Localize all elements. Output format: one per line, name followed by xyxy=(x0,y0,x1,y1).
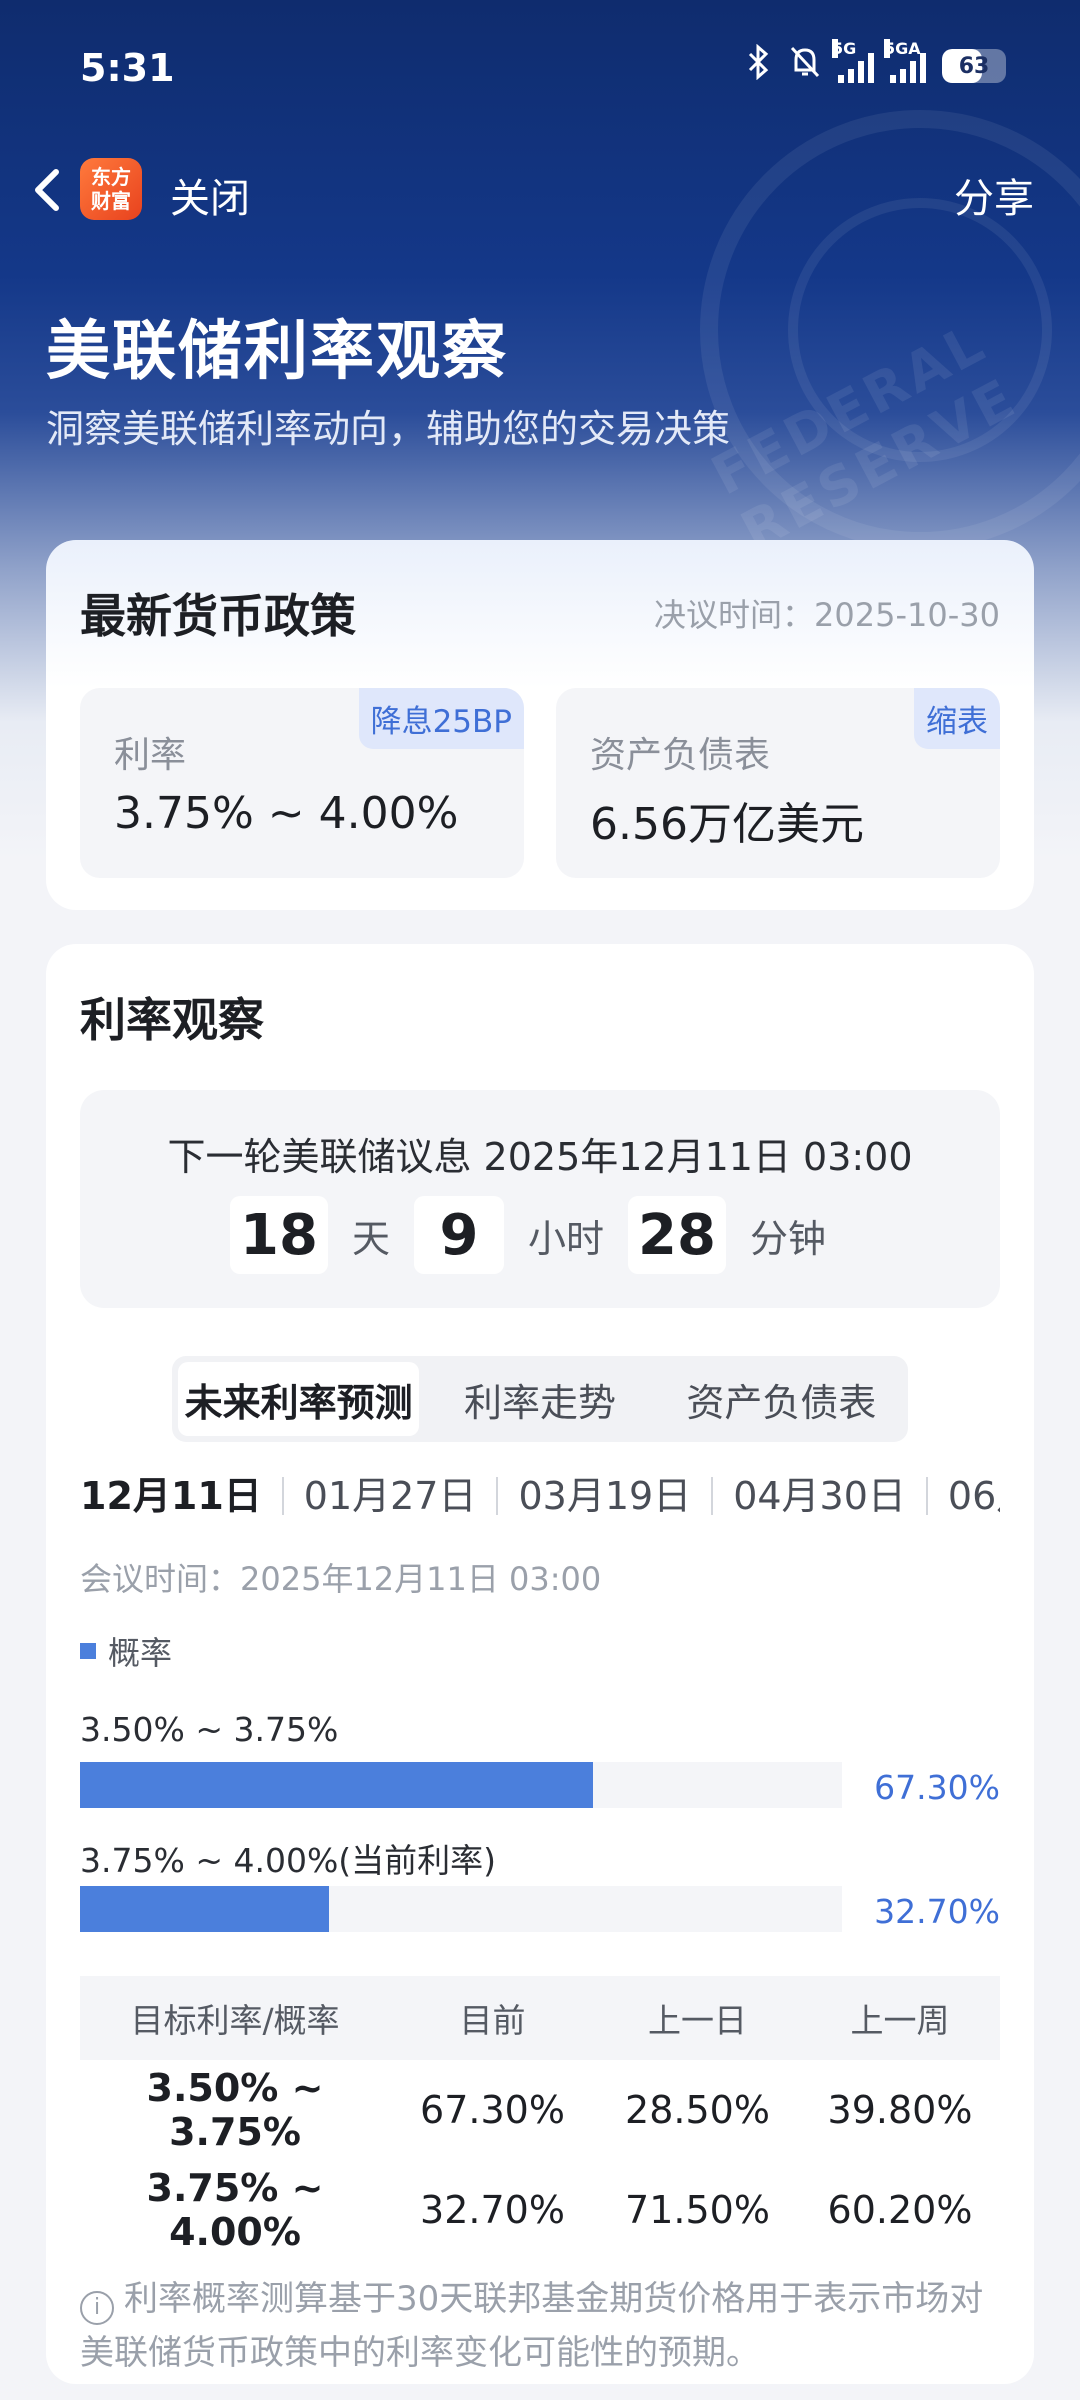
tab-future-rate-forecast[interactable]: 未来利率预测 xyxy=(178,1362,420,1436)
header-prev-week: 上一周 xyxy=(850,2001,950,2040)
bar-category-label-1: 3.50% ~ 3.75% xyxy=(80,1710,339,1749)
bar-category-label-2: 3.75% ~ 4.00%(当前利率) xyxy=(80,1841,497,1880)
footnote-text: 利率概率测算基于30天联邦基金期货价格用于表示市场对美联储货币政策中的利率变化可… xyxy=(80,2279,984,2373)
status-bar: 5:31 5G 5GA 63 xyxy=(0,0,1080,140)
header-current: 目前 xyxy=(459,2001,526,2040)
countdown-minutes: 28 xyxy=(628,1196,726,1274)
status-time: 5:31 xyxy=(80,46,175,90)
footnote: i 利率概率测算基于30天联邦基金期货价格用于表示市场对美联储货币政策中的利率变化… xyxy=(80,2272,1000,2380)
share-button[interactable]: 分享 xyxy=(954,166,1034,224)
bar-1 xyxy=(80,1762,593,1808)
mute-bell-icon xyxy=(788,44,822,88)
cell-target-rate: 3.50% ~ 3.75% xyxy=(146,2066,324,2154)
meeting-time: 会议时间：2025年12月11日 03:00 xyxy=(80,1560,602,1598)
bluetooth-icon xyxy=(744,43,772,88)
status-icons: 5G 5GA 63 xyxy=(744,39,1006,88)
balance-sheet-box: 缩表 资产负债表 6.56万亿美元 xyxy=(556,688,1000,878)
view-tabs: 未来利率预测 利率走势 资产负债表 xyxy=(172,1356,908,1442)
probability-table: 目标利率/概率 目前 上一日 上一周 3.50% ~ 3.75% 67.30% … xyxy=(80,1976,1000,2260)
date-item-1[interactable]: 12月11日 xyxy=(80,1477,282,1515)
legend-label: 概率 xyxy=(108,1634,173,1672)
table-row: 3.75% ~ 4.00% 32.70% 71.50% 60.20% xyxy=(80,2160,1000,2260)
table-row: 3.50% ~ 3.75% 67.30% 28.50% 39.80% xyxy=(80,2060,1000,2160)
countdown-minutes-unit: 分钟 xyxy=(749,1216,826,1261)
cell-prev-day: 28.50% xyxy=(625,2088,770,2132)
latest-policy-card: 最新货币政策 决议时间：2025-10-30 降息25BP 利率 3.75% ~… xyxy=(46,540,1034,910)
cell-prev-day: 71.50% xyxy=(625,2188,770,2232)
countdown-days-unit: 天 xyxy=(351,1216,390,1261)
page-title: 美联储利率观察 xyxy=(46,315,508,389)
decision-time: 决议时间：2025-10-30 xyxy=(654,596,1000,634)
cell-prev-week: 60.20% xyxy=(827,2188,973,2232)
close-button[interactable]: 关闭 xyxy=(170,166,250,224)
top-nav: 东方财富 关闭 分享 xyxy=(0,150,1080,230)
countdown-row: 18 天 9 小时 28 分钟 xyxy=(80,1196,1000,1274)
bar-track-1 xyxy=(80,1762,842,1808)
date-item-5[interactable]: 06月18日 xyxy=(925,1477,1000,1515)
bar-value-label-2: 32.70% xyxy=(874,1892,1000,1931)
date-item-3[interactable]: 03月19日 xyxy=(496,1477,711,1515)
cell-current: 32.70% xyxy=(420,2188,565,2232)
countdown-hours-unit: 小时 xyxy=(527,1216,604,1261)
countdown-box: 下一轮美联储议息 2025年12月11日 03:00 18 天 9 小时 28 … xyxy=(80,1090,1000,1308)
app-logo: 东方财富 xyxy=(80,158,142,220)
countdown-hours: 9 xyxy=(413,1196,504,1274)
info-icon: i xyxy=(80,2291,114,2325)
meeting-date-selector: 12月11日 01月27日 03月19日 04月30日 06月18日 xyxy=(80,1466,1000,1526)
cell-target-rate: 3.75% ~ 4.00% xyxy=(146,2166,324,2254)
bar-track-2 xyxy=(80,1886,842,1932)
rate-change-badge: 降息25BP xyxy=(358,688,524,749)
bar-value-label-1: 67.30% xyxy=(874,1768,1000,1807)
rate-label: 利率 xyxy=(114,735,187,776)
tab-balance-sheet[interactable]: 资产负债表 xyxy=(661,1362,902,1436)
policy-card-title: 最新货币政策 xyxy=(80,589,356,643)
rate-value: 3.75% ~ 4.00% xyxy=(114,788,459,839)
cell-current: 67.30% xyxy=(420,2088,565,2132)
date-item-2[interactable]: 01月27日 xyxy=(281,1477,497,1515)
header-prev-day: 上一日 xyxy=(648,2001,747,2040)
battery-icon: 63 xyxy=(942,49,1006,83)
chevron-left-icon xyxy=(35,169,59,211)
date-item-4[interactable]: 04月30日 xyxy=(711,1477,926,1515)
header-target-rate: 目标利率/概率 xyxy=(130,2001,340,2040)
chart-legend: 概率 xyxy=(80,1628,172,1674)
countdown-days: 18 xyxy=(230,1196,328,1274)
back-button[interactable] xyxy=(20,160,80,220)
table-header: 目标利率/概率 目前 上一日 上一周 xyxy=(80,1976,1000,2060)
next-meeting-text: 下一轮美联储议息 2025年12月11日 03:00 xyxy=(167,1135,913,1179)
rate-watch-title: 利率观察 xyxy=(80,993,264,1047)
bar-2 xyxy=(80,1886,330,1932)
signal-icon-1: 5G xyxy=(832,39,874,83)
cell-prev-week: 39.80% xyxy=(827,2088,973,2132)
page-subtitle: 洞察美联储利率动向，辅助您的交易决策 xyxy=(46,407,731,451)
tab-rate-trend[interactable]: 利率走势 xyxy=(419,1362,660,1436)
balance-sheet-label: 资产负债表 xyxy=(590,735,771,776)
balance-sheet-badge: 缩表 xyxy=(914,688,1000,749)
rate-box: 降息25BP 利率 3.75% ~ 4.00% xyxy=(80,688,524,878)
balance-sheet-value: 6.56万亿美元 xyxy=(590,799,864,850)
rate-watch-card: 利率观察 下一轮美联储议息 2025年12月11日 03:00 18 天 9 小… xyxy=(46,944,1034,2384)
signal-icon-2: 5GA xyxy=(884,39,926,83)
legend-swatch xyxy=(80,1643,96,1659)
